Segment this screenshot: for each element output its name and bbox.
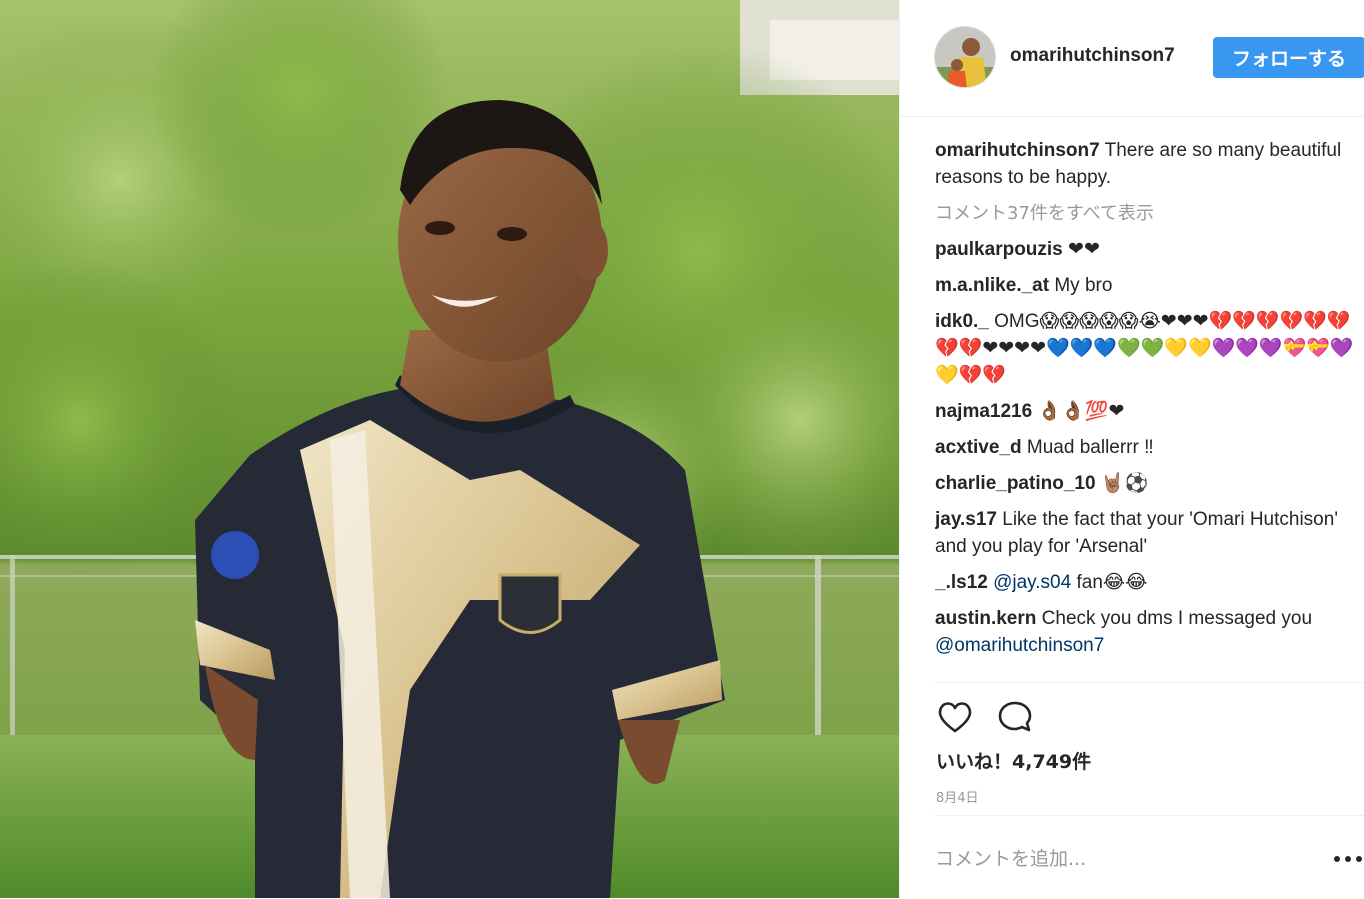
comment-username[interactable]: najma1216	[935, 401, 1032, 422]
comment-item: najma1216 👌🏾👌🏾💯❤	[935, 398, 1364, 425]
comment-item: acxtive_d Muad ballerrr ‼	[935, 434, 1364, 461]
comment-mention[interactable]: @jay.s04	[993, 572, 1071, 593]
comment-item: _.ls12 @jay.s04 fan😂😂	[935, 569, 1364, 596]
comment-text: fan😂😂	[1076, 572, 1148, 593]
comment-text: My bro	[1054, 275, 1113, 296]
post-header: omarihutchinson7 フォローする	[900, 0, 1364, 117]
comment-item: m.a.nlike._at My bro	[935, 272, 1364, 299]
likes-count[interactable]: いいね！4,749件	[936, 747, 1091, 774]
comment-item: idk0._ OMG😱😱😱😱😱😭❤❤❤💔💔💔💔💔💔💔💔❤❤❤❤💙💙💙💚💚💛💛💜💜…	[935, 308, 1364, 389]
comment-username[interactable]: paulkarpouzis	[935, 239, 1063, 260]
author-avatar[interactable]	[934, 26, 996, 88]
add-comment-section	[935, 815, 1364, 899]
comment-text: Muad ballerrr ‼	[1026, 437, 1154, 458]
comment-bubble-icon[interactable]	[995, 697, 1035, 737]
author-username[interactable]: omarihutchinson7	[1010, 45, 1175, 67]
comment-mention[interactable]: @omarihutchinson7	[935, 635, 1104, 656]
comment-item: charlie_patino_10 🤘🏽⚽	[935, 470, 1364, 497]
caption-username[interactable]: omarihutchinson7	[935, 140, 1100, 161]
follow-button[interactable]: フォローする	[1213, 37, 1364, 78]
post-date[interactable]: 8月4日	[936, 787, 979, 806]
comment-text: Check you dms I messaged you	[1041, 608, 1313, 629]
comment-item: jay.s17 Like the fact that your 'Omari H…	[935, 506, 1364, 560]
comment-item: paulkarpouzis ❤❤	[935, 236, 1364, 263]
comment-text: 👌🏾👌🏾💯❤	[1037, 401, 1125, 422]
comment-username[interactable]: _.ls12	[935, 572, 988, 593]
photo-illustration	[0, 0, 899, 898]
caption: omarihutchinson7 There are so many beaut…	[935, 137, 1364, 191]
comment-username[interactable]: idk0._	[935, 311, 989, 332]
comment-input[interactable]	[935, 842, 1315, 876]
ellipsis-icon[interactable]	[1331, 847, 1364, 871]
comment-item: austin.kern Check you dms I messaged you…	[935, 605, 1364, 659]
comment-list[interactable]: omarihutchinson7 There are so many beaut…	[935, 137, 1364, 681]
post-side-panel: omarihutchinson7 フォローする omarihutchinson7…	[899, 0, 1364, 898]
comment-username[interactable]: acxtive_d	[935, 437, 1022, 458]
comment-text: OMG😱😱😱😱😱😭❤❤❤💔💔💔💔💔💔💔💔❤❤❤❤💙💙💙💚💚💛💛💜💜💜💝💝💜💛💔💔	[935, 311, 1354, 386]
comment-username[interactable]: austin.kern	[935, 608, 1036, 629]
avatar-image	[935, 27, 995, 87]
comment-text: 🤘🏽⚽	[1100, 473, 1149, 494]
comment-username[interactable]: m.a.nlike._at	[935, 275, 1049, 296]
comment-username[interactable]: jay.s17	[935, 509, 997, 530]
view-all-comments-link[interactable]: コメント37件をすべて表示	[935, 200, 1364, 227]
post-photo[interactable]	[0, 0, 899, 898]
comment-username[interactable]: charlie_patino_10	[935, 473, 1096, 494]
like-heart-icon[interactable]	[935, 697, 975, 737]
post-actions: いいね！4,749件 8月4日	[935, 682, 1364, 815]
comment-text: ❤❤	[1068, 239, 1100, 260]
